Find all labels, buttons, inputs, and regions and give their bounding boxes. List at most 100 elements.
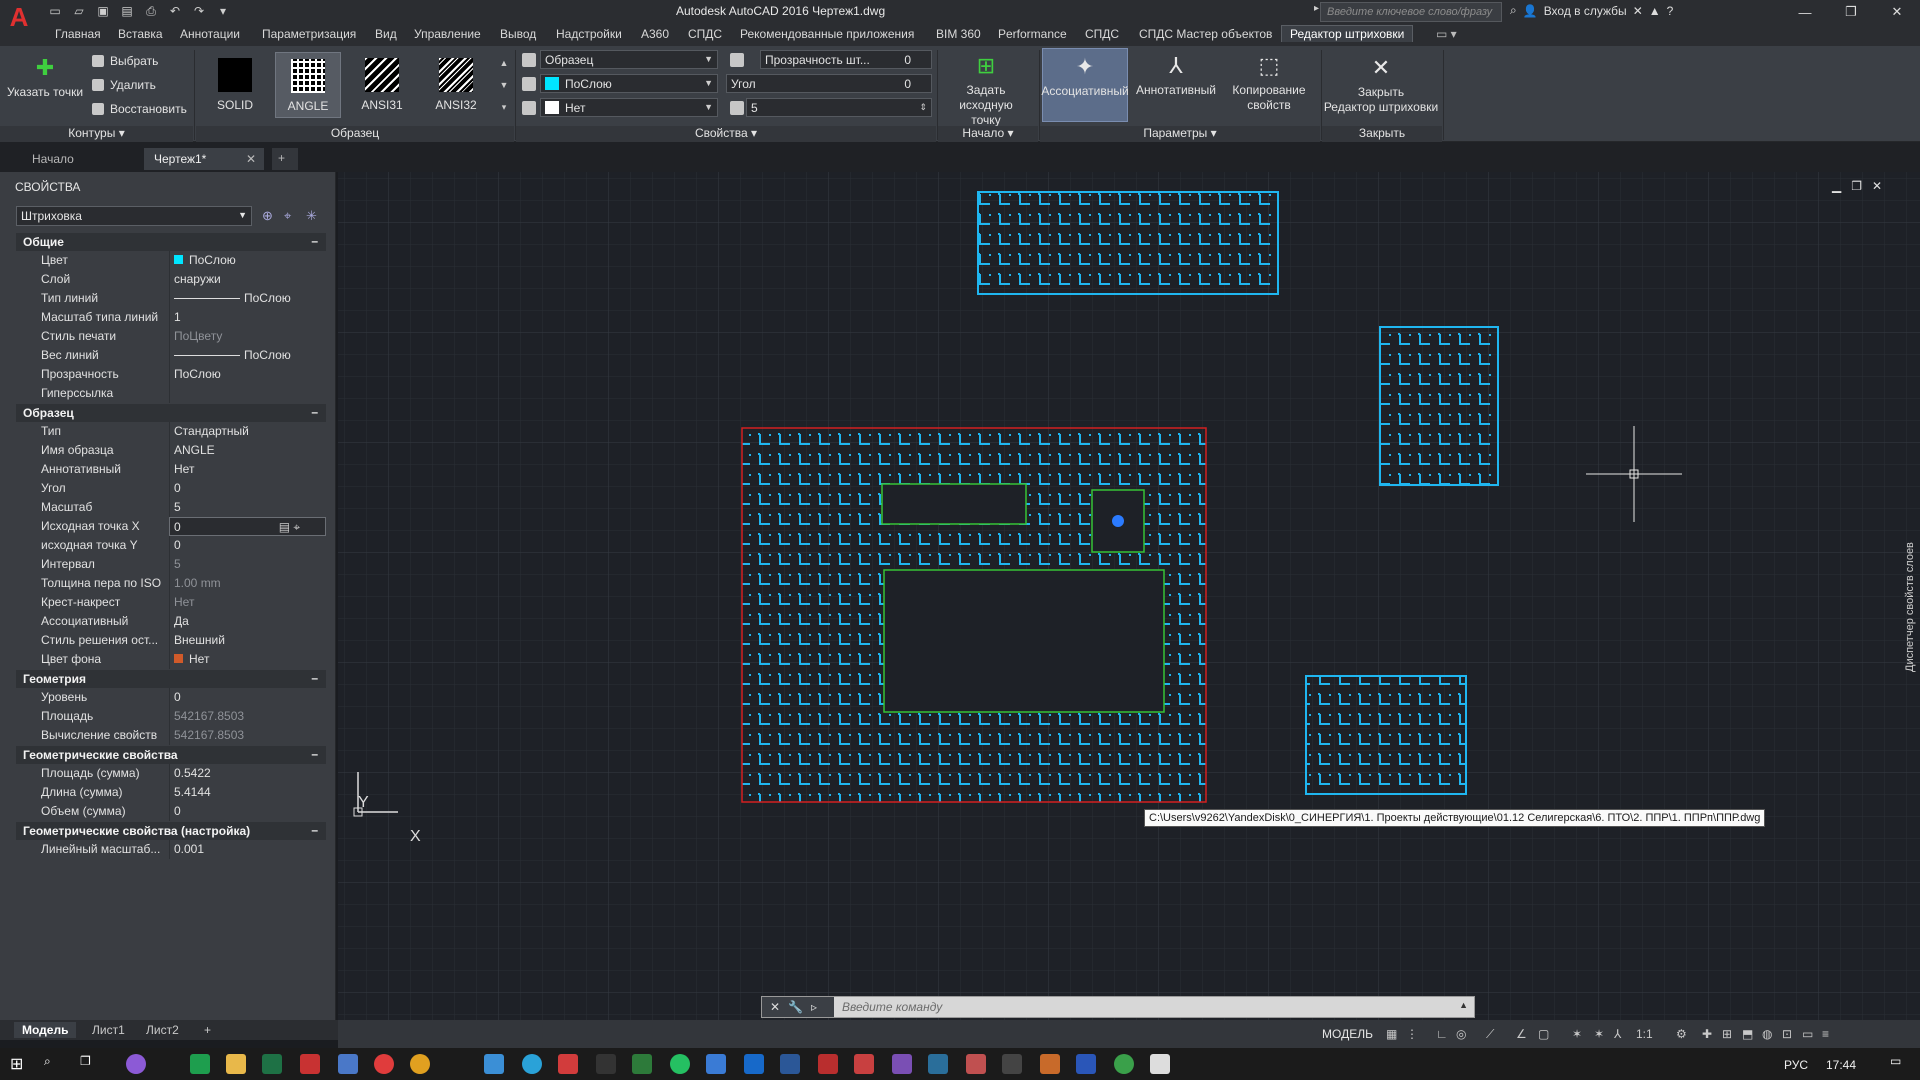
annotation-monitor-icon[interactable]: ✚ [1702,1027,1716,1041]
exchange-icon[interactable]: ✕ [1633,4,1643,18]
property-value[interactable]: 0.5422 [169,764,326,783]
app-d-icon[interactable] [190,1054,210,1074]
property-value[interactable]: 0 [169,802,326,821]
property-row[interactable]: Угол 0 [16,479,326,498]
property-value[interactable]: Внешний [169,631,326,650]
property-row[interactable]: Интервал 5 [16,555,326,574]
annotation-scale-icon[interactable]: ⅄ [1614,1027,1628,1041]
pattern-ansi31[interactable]: ANSI31 [349,52,415,118]
tab-featured-apps[interactable]: Рекомендованные приложения [740,27,914,41]
pattern-ansi32[interactable]: ANSI32 [423,52,489,118]
quick-select-icon[interactable]: ✳ [306,208,322,224]
tab-output[interactable]: Вывод [500,27,536,41]
collapse-icon[interactable]: – [311,823,318,837]
tab-parametric[interactable]: Параметризация [262,27,356,41]
whatsapp-icon[interactable] [670,1054,690,1074]
property-value[interactable]: 0 [169,688,326,707]
tab-performance[interactable]: Performance [998,27,1067,41]
property-value[interactable]: ПоЦвету [169,327,326,346]
units-icon[interactable]: ⊞ [1722,1027,1736,1041]
property-row[interactable]: Тип Стандартный [16,422,326,441]
layout-tab-sheet2[interactable]: Лист2 [138,1022,187,1038]
file-tab-drawing1[interactable]: Чертеж1* ✕ [144,148,264,170]
property-row[interactable]: исходная точка Y 0 [16,536,326,555]
property-row[interactable]: Объем (сумма) 0 [16,802,326,821]
app-notes-icon[interactable] [338,1054,358,1074]
property-row[interactable]: Толщина пера по ISO 1.00 mm [16,574,326,593]
pattern-angle[interactable]: ANGLE [275,52,341,118]
property-value[interactable]: ПоСлою [169,365,326,384]
island-large[interactable] [883,569,1165,713]
excel-icon[interactable] [262,1054,282,1074]
search-taskbar-icon[interactable]: ⌕ [44,1054,64,1074]
property-row[interactable]: Стиль печати ПоЦвету [16,327,326,346]
calculator-icon[interactable] [1150,1054,1170,1074]
command-customize-icon[interactable]: 🔧 [788,1000,803,1014]
select-button[interactable]: Выбрать [92,54,158,68]
property-value[interactable]: Нет [169,593,326,612]
property-row[interactable]: Тип линий ПоСлою [16,289,326,308]
property-value[interactable]: 1 [169,308,326,327]
property-row[interactable]: Площадь 542167.8503 [16,707,326,726]
undo-icon[interactable]: ↶ [166,2,184,20]
property-row[interactable]: Вес линий ПоСлою [16,346,326,365]
property-row[interactable]: Масштаб 5 [16,498,326,517]
property-value[interactable]: Да [169,612,326,631]
word-icon[interactable] [780,1054,800,1074]
app-terminal-icon[interactable] [632,1054,652,1074]
visual-studio-icon[interactable] [892,1054,912,1074]
property-value[interactable]: 542167.8503 [169,707,326,726]
user-icon[interactable]: 👤 [1523,4,1538,18]
viewport-restore-icon[interactable]: ❐ [1851,179,1862,193]
island-small[interactable] [881,483,1027,525]
binoculars-icon[interactable]: ⌕ [1510,3,1517,18]
minimize-icon[interactable]: — [1782,0,1828,24]
model-space-button[interactable]: МОДЕЛЬ [1322,1027,1373,1041]
task-view-icon[interactable]: ❐ [80,1054,100,1074]
layout-tab-sheet1[interactable]: Лист1 [84,1022,133,1038]
saveas-icon[interactable]: ▤ [118,2,136,20]
property-section-header[interactable]: Геометрические свойства (настройка) – [16,822,326,840]
tab-bim360[interactable]: BIM 360 [936,27,981,41]
tab-addins[interactable]: Надстройки [556,27,622,41]
new-icon[interactable]: ▭ [46,2,64,20]
property-row[interactable]: Исходная точка X 0 ▤ ⌖ [16,517,326,536]
associative-toggle[interactable]: ✦ Ассоциативный [1041,48,1129,122]
close-tab-icon[interactable]: ✕ [246,152,256,166]
property-row[interactable]: Гиперссылка [16,384,326,403]
tab-annotate[interactable]: Аннотации [180,27,240,41]
osnap-icon[interactable]: ▢ [1538,1027,1552,1041]
polar-icon[interactable]: ◎ [1456,1027,1470,1041]
pick-points-button[interactable]: ✚ Указать точки [6,52,84,100]
restore-icon[interactable]: ❐ [1828,0,1874,24]
quick-properties-icon[interactable]: ⬒ [1742,1027,1756,1041]
open-icon[interactable]: ▱ [70,2,88,20]
annotation-scale-value[interactable]: 1:1 [1636,1027,1660,1041]
windows-start-icon[interactable]: ⊞ [10,1054,30,1074]
osnap-tracking-icon[interactable]: ∠ [1516,1027,1530,1041]
property-row[interactable]: Слой снаружи [16,270,326,289]
isolate-objects-icon[interactable]: ⊡ [1782,1027,1796,1041]
property-value[interactable]: 0.001 [169,840,326,859]
mail-icon[interactable] [484,1054,504,1074]
app-pen-icon[interactable] [706,1054,726,1074]
telegram-icon[interactable] [522,1054,542,1074]
panel-label-properties[interactable]: Свойства ▾ [516,126,936,142]
property-value[interactable]: Нет [169,460,326,479]
tab-spds[interactable]: СПДС [688,27,722,41]
property-row[interactable]: Аннотативный Нет [16,460,326,479]
clean-screen-icon[interactable]: ▭ [1802,1027,1816,1041]
annotation-visibility-icon[interactable]: ✶ [1572,1027,1586,1041]
hatch-grip[interactable] [1112,515,1124,527]
signin-link[interactable]: Вход в службы [1544,4,1627,18]
property-row[interactable]: Крест-накрест Нет [16,593,326,612]
property-row[interactable]: Стиль решения ост... Внешний [16,631,326,650]
property-row[interactable]: Прозрачность ПоСлою [16,365,326,384]
app-calc-icon[interactable] [1040,1054,1060,1074]
tab-home[interactable]: Главная [55,27,101,41]
set-origin-button[interactable]: ⊞ Задать исходную точку [946,50,1026,128]
app-r-icon[interactable] [1076,1054,1096,1074]
hatch-region-bottom-right[interactable] [1305,675,1467,795]
autocad-logo-icon[interactable]: A [0,0,38,34]
angle-field[interactable]: Угол 0 [726,74,932,93]
